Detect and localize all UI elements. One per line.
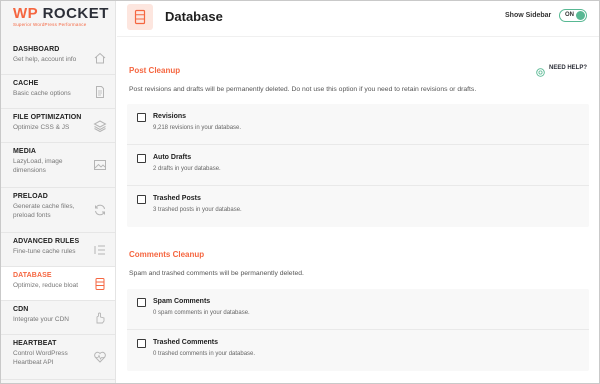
page-header: Database Show Sidebar ON: [117, 1, 599, 37]
option-trashed-comments: Trashed Comments 0 trashed comments in y…: [127, 330, 589, 371]
refresh-icon: [93, 203, 107, 217]
sidebar-item-file-optimization[interactable]: File Optimization Optimize CSS & JS: [1, 109, 115, 143]
logo-name: ROCKET: [42, 5, 109, 22]
post-cleanup-description: Post revisions and drafts will be perman…: [129, 86, 477, 93]
toggle-state-label: ON: [565, 12, 574, 18]
sidebar-item-desc: Get help, account info: [13, 56, 77, 63]
page-title: Database: [165, 9, 223, 24]
sidebar-item-dashboard[interactable]: Dashboard Get help, account info: [1, 41, 115, 75]
option-desc: 3 trashed posts in your database.: [153, 207, 242, 213]
comments-cleanup-description: Spam and trashed comments will be perman…: [129, 270, 304, 277]
trashed-comments-checkbox[interactable]: [137, 339, 146, 348]
logo-tagline: Superior WordPress Performance: [13, 22, 87, 27]
sidebar-item-heartbeat[interactable]: Heartbeat Control WordPress Heartbeat AP…: [1, 335, 115, 380]
option-desc: 0 spam comments in your database.: [153, 310, 250, 316]
house-icon: [93, 51, 107, 65]
sidebar-item-cache[interactable]: Cache Basic cache options: [1, 75, 115, 109]
sidebar-item-cdn[interactable]: CDN Integrate your CDN: [1, 301, 115, 335]
auto-drafts-checkbox[interactable]: [137, 154, 146, 163]
sidebar-item-advanced-rules[interactable]: Advanced Rules Fine-tune cache rules: [1, 233, 115, 267]
revisions-checkbox[interactable]: [137, 113, 146, 122]
option-trashed-posts: Trashed Posts 3 trashed posts in your da…: [127, 186, 589, 227]
sidebar-item-title: Heartbeat: [13, 340, 57, 347]
sidebar-item-desc: Optimize CSS & JS: [13, 124, 70, 131]
sidebar-item-media[interactable]: Media LazyLoad, image dimensions: [1, 143, 115, 188]
option-revisions: Revisions 9,218 revisions in your databa…: [127, 104, 589, 145]
sidebar-item-preload[interactable]: Preload Generate cache files, preload fo…: [1, 188, 115, 233]
sidebar-item-desc: Control WordPress Heartbeat API: [13, 350, 68, 366]
document-icon: [93, 85, 107, 99]
option-auto-drafts: Auto Drafts 2 drafts in your database.: [127, 145, 589, 186]
sidebar-item-database[interactable]: Database Optimize, reduce bloat: [1, 267, 115, 301]
option-spam-comments: Spam Comments 0 spam comments in your da…: [127, 289, 589, 330]
comments-cleanup-options: Spam Comments 0 spam comments in your da…: [127, 289, 589, 371]
logo-text: WP ROCKET: [13, 5, 115, 22]
toggle-knob: [576, 11, 585, 20]
main-content: Database Show Sidebar ON Post Cleanup NE…: [117, 1, 599, 383]
sidebar-item-title: Media: [13, 148, 37, 155]
sidebar-item-desc: Integrate your CDN: [13, 316, 69, 323]
logo-prefix: WP: [13, 5, 38, 22]
sidebar-item-desc: Generate cache files, preload fonts: [13, 203, 75, 219]
option-desc: 9,218 revisions in your database.: [153, 125, 242, 131]
sidebar-item-title: Preload: [13, 193, 48, 200]
option-label[interactable]: Auto Drafts: [153, 154, 191, 161]
post-cleanup-options: Revisions 9,218 revisions in your databa…: [127, 104, 589, 227]
comments-cleanup-title: Comments Cleanup: [129, 250, 205, 259]
option-desc: 0 trashed comments in your database.: [153, 351, 256, 357]
database-icon: [93, 277, 107, 291]
spam-comments-checkbox[interactable]: [137, 298, 146, 307]
hand-icon: [93, 311, 107, 325]
sidebar-item-desc: Fine-tune cache rules: [13, 248, 76, 255]
need-help-link[interactable]: NEED HELP?: [549, 65, 587, 71]
option-label[interactable]: Spam Comments: [153, 298, 210, 305]
option-label[interactable]: Trashed Posts: [153, 195, 201, 202]
app-window: WP ROCKET Superior WordPress Performance…: [0, 0, 600, 384]
sidebar-item-desc: LazyLoad, image dimensions: [13, 158, 63, 174]
logo: WP ROCKET Superior WordPress Performance: [1, 1, 115, 41]
heartbeat-icon: [93, 350, 107, 364]
database-icon: [127, 4, 153, 30]
post-cleanup-title: Post Cleanup: [129, 66, 181, 75]
trashed-posts-checkbox[interactable]: [137, 195, 146, 204]
sidebar: WP ROCKET Superior WordPress Performance…: [1, 1, 116, 383]
show-sidebar-label: Show Sidebar: [505, 12, 552, 19]
layers-icon: [93, 119, 107, 133]
image-icon: [93, 158, 107, 172]
option-label[interactable]: Revisions: [153, 113, 186, 120]
sidebar-item-desc: Optimize, reduce bloat: [13, 282, 79, 289]
sidebar-item-desc: Basic cache options: [13, 90, 71, 97]
option-desc: 2 drafts in your database.: [153, 166, 221, 172]
option-label[interactable]: Trashed Comments: [153, 339, 218, 346]
show-sidebar-toggle[interactable]: ON: [559, 9, 587, 22]
help-icon[interactable]: [536, 64, 545, 77]
list-icon: [93, 243, 107, 257]
